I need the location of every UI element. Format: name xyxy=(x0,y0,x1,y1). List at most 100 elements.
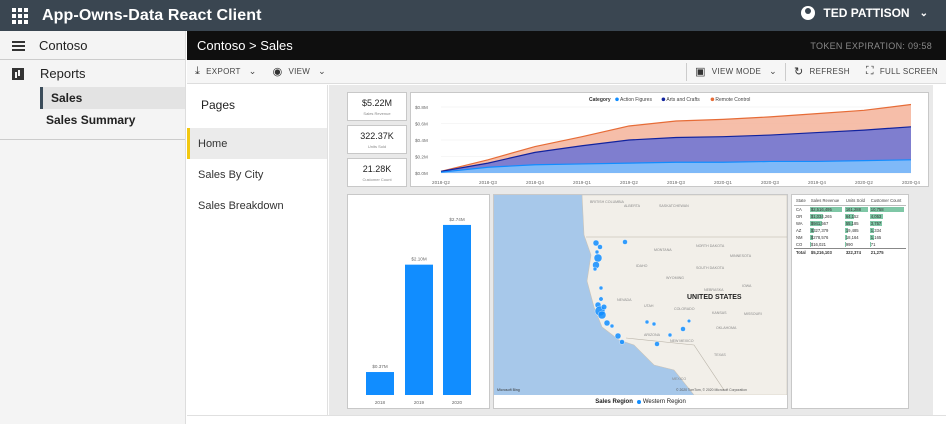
app-launcher-icon[interactable] xyxy=(12,7,28,24)
map-bubble[interactable] xyxy=(619,339,625,345)
svg-text:MONTANA: MONTANA xyxy=(654,248,672,252)
y-tick-label: $0.4M xyxy=(415,138,428,143)
map-card[interactable]: BRITISH COLUMBIA ALBERTA SASKATCHEWAN MO… xyxy=(493,194,788,409)
map-bubble[interactable] xyxy=(592,266,598,272)
kpi-card-customers[interactable]: 21.28K Customer Count xyxy=(347,158,407,187)
map-bubble[interactable] xyxy=(597,310,607,320)
map-bubble[interactable] xyxy=(594,249,600,255)
hamburger-icon[interactable] xyxy=(12,40,25,51)
cell-units: 19,485 xyxy=(844,227,869,234)
cell-state: OR xyxy=(796,214,803,219)
cell-revenue: $941,567 xyxy=(809,220,844,227)
map-attribution: © 2020 TomTom, © 2020 Microsoft Corporat… xyxy=(676,388,747,392)
table-row[interactable]: CO $16,021 990 71 xyxy=(794,241,906,249)
map-bubble[interactable] xyxy=(654,341,660,347)
kpi-label: Units Sold xyxy=(367,143,387,149)
column-header[interactable]: Customer Count xyxy=(868,197,906,206)
column-header[interactable]: State xyxy=(794,197,809,206)
map-bubble[interactable] xyxy=(667,332,673,338)
table-row[interactable]: WA $941,567 55,185 3,757 xyxy=(794,220,906,227)
cell-state: WA xyxy=(796,221,803,226)
x-tick-label: 2019-Q1 xyxy=(573,180,591,185)
pages-pane: Pages Home Sales By City Sales Breakdown xyxy=(187,85,328,415)
sidebar-item-sales-summary[interactable]: Sales Summary xyxy=(38,109,185,131)
table-row[interactable]: NM $278,576 18,164 1,165 xyxy=(794,234,906,241)
kpi-card-units[interactable]: 322.37K Units Sold xyxy=(347,125,407,154)
map-bubble[interactable] xyxy=(598,296,604,302)
table-row[interactable]: OR $1,034,265 64,152 4,053 xyxy=(794,213,906,220)
cell-customers: 4,053 xyxy=(869,213,906,220)
cell-value: $278,576 xyxy=(810,235,829,240)
sidebar-item-sales[interactable]: Sales xyxy=(40,87,185,109)
state-table: State Sales Revenue Units Sold Customer … xyxy=(794,197,906,256)
cell-value: 990 xyxy=(845,242,853,247)
column-header[interactable]: Units Sold xyxy=(843,197,869,206)
cell-units: 18,164 xyxy=(844,234,869,241)
cell-revenue: $1,034,265 xyxy=(809,213,844,220)
column-header[interactable]: Sales Revenue xyxy=(808,197,844,206)
x-tick-label: 2018-Q4 xyxy=(526,180,544,185)
sidebar-workspace[interactable]: Contoso xyxy=(0,32,185,59)
map-bubble[interactable] xyxy=(609,323,615,329)
chevron-down-icon: ⌄ xyxy=(769,66,777,76)
svg-text:MEXICO: MEXICO xyxy=(672,377,686,381)
map-bubble[interactable] xyxy=(598,285,604,291)
svg-text:MISSOURI: MISSOURI xyxy=(744,312,762,316)
svg-text:NORTH DAKOTA: NORTH DAKOTA xyxy=(696,244,725,248)
y-tick-label: $0.6M xyxy=(415,122,428,127)
cell-units: 161,288 xyxy=(844,206,869,214)
legend-label: Remote Control xyxy=(715,97,750,103)
table-row[interactable]: CA $2,516,495 161,288 10,758 xyxy=(794,206,906,214)
eye-icon: ◉ xyxy=(272,66,283,78)
map-bubble[interactable] xyxy=(644,319,650,325)
map-bubble[interactable] xyxy=(614,332,622,340)
view-mode-button[interactable]: ▣ VIEW MODE ⌄ xyxy=(687,60,785,84)
app-header: App-Owns-Data React Client TED PATTISON … xyxy=(0,0,946,31)
map-bubble[interactable] xyxy=(680,326,686,332)
kpi-card-revenue[interactable]: $5.22M Sales Revenue xyxy=(347,92,407,121)
export-button[interactable]: ⤓ EXPORT ⌄ xyxy=(187,60,265,84)
x-tick-label: 2020-Q3 xyxy=(761,180,779,185)
page-tab-home[interactable]: Home xyxy=(187,128,327,159)
bar-chart-card[interactable]: $0.37M 2018 $2.10M 2019 $2.74M 2020 xyxy=(347,194,490,409)
sidebar: Contoso Reports Sales Sales Summary xyxy=(0,31,186,424)
reports-icon xyxy=(12,67,24,80)
user-menu[interactable]: TED PATTISON ⌄ xyxy=(801,6,928,20)
bar xyxy=(366,372,394,395)
map-bubble[interactable] xyxy=(600,303,607,310)
table-row[interactable]: AZ $327,379 19,485 1,334 xyxy=(794,227,906,234)
map-bubble[interactable] xyxy=(651,321,657,327)
map-bubble[interactable] xyxy=(597,244,603,250)
bar-data-label: $2.10M xyxy=(411,257,426,262)
refresh-button[interactable]: ↻ REFRESH xyxy=(786,60,858,84)
map-legend-title: Sales Region xyxy=(595,399,633,405)
page-tab-sales-breakdown[interactable]: Sales Breakdown xyxy=(187,190,327,221)
map-visual[interactable]: BRITISH COLUMBIA ALBERTA SASKATCHEWAN MO… xyxy=(494,194,788,396)
area-chart-card[interactable]: Category Action Figures Arts and Crafts Rem… xyxy=(410,92,929,187)
state-table-card[interactable]: State Sales Revenue Units Sold Customer … xyxy=(791,194,909,409)
cell-revenue: $2,516,495 xyxy=(809,206,844,214)
cell-value: 55,185 xyxy=(845,221,859,226)
cell-value: $1,034,265 xyxy=(810,214,832,219)
cell-state: AZ xyxy=(796,228,802,233)
cell-state: NM xyxy=(796,235,803,240)
user-name: TED PATTISON xyxy=(823,6,910,20)
cell-value: $16,021 xyxy=(810,242,826,247)
map-bubble[interactable] xyxy=(686,318,691,323)
bar xyxy=(443,224,471,395)
cell-value: $2,516,495 xyxy=(810,207,832,212)
cell-units: 64,152 xyxy=(844,213,869,220)
map-bubble[interactable] xyxy=(622,239,628,245)
view-button[interactable]: ◉ VIEW ⌄ xyxy=(265,60,334,84)
cell-units: 990 xyxy=(844,241,869,249)
map-bubble[interactable] xyxy=(603,319,611,327)
svg-text:OKLAHOMA: OKLAHOMA xyxy=(716,326,737,330)
page-tab-sales-by-city[interactable]: Sales By City xyxy=(187,159,327,190)
cell-value: 161,288 xyxy=(845,207,861,212)
map-bubble[interactable] xyxy=(593,253,603,263)
sidebar-reports[interactable]: Reports xyxy=(0,60,185,87)
download-icon: ⤓ xyxy=(195,65,201,77)
cell-value: 10,758 xyxy=(870,207,884,212)
cell-customers: 10,758 xyxy=(869,206,906,214)
full-screen-button[interactable]: ⛶ FULL SCREEN xyxy=(858,60,946,84)
